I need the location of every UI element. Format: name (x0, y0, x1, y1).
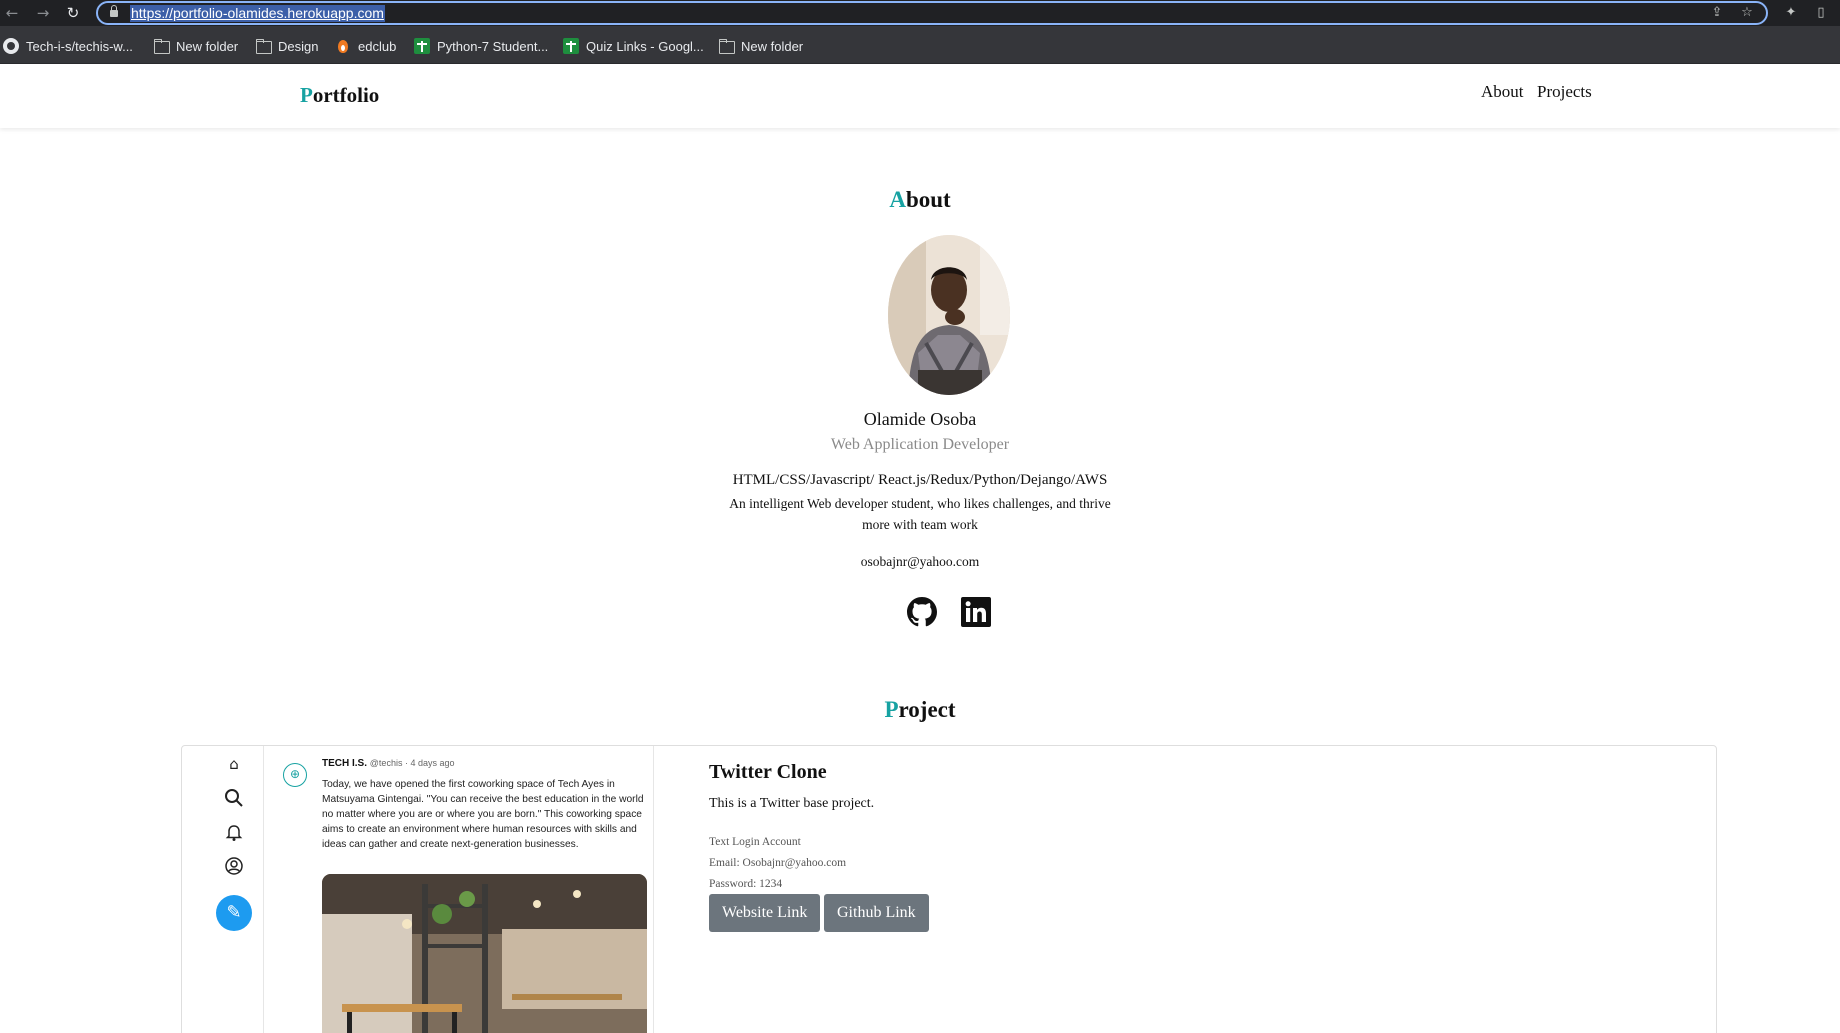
flame-icon (335, 38, 351, 54)
profile-bio-line-1: An intelligent Web developer student, wh… (729, 496, 1111, 511)
bookmark-star-icon[interactable]: ☆ (1738, 4, 1756, 22)
address-bar[interactable]: https://portfolio-olamides.herokuapp.com… (96, 1, 1768, 25)
profile-skills: HTML/CSS/Javascript/ React.js/Redux/Pyth… (732, 472, 1108, 488)
bookmark-label: edclub (358, 38, 397, 54)
bookmark-label: Tech-i-s/techis-w... (26, 38, 133, 54)
bookmark-item[interactable]: Quiz Links - Googl... (563, 37, 704, 55)
profile-bio-line-2: more with team work (862, 517, 978, 532)
login-heading: Text Login Account (709, 836, 801, 848)
project-heading: Project (884, 697, 956, 722)
forward-arrow-icon[interactable]: → (33, 3, 53, 23)
bookmark-folder[interactable]: New folder (718, 37, 803, 55)
bell-icon (224, 822, 244, 842)
profile-name: Olamide Osoba (863, 409, 977, 429)
project-title: Twitter Clone (709, 761, 827, 783)
tweet-photo (322, 874, 647, 1033)
login-email: Email: Osobajnr@yahoo.com (709, 857, 847, 869)
globe-icon: ⊕ (283, 763, 307, 787)
screenshot-sidebar: ⌂ ✎ (182, 746, 264, 1033)
about-heading: About (889, 187, 951, 212)
site-header: Portfolio About Projects (0, 64, 1840, 128)
linkedin-icon[interactable] (961, 597, 991, 627)
profile-icon (224, 856, 244, 876)
sheets-icon (563, 38, 579, 54)
folder-icon (153, 38, 170, 54)
compose-feather-icon: ✎ (216, 895, 252, 931)
nav-link-projects[interactable]: Projects (1537, 82, 1592, 102)
home-icon: ⌂ (229, 755, 239, 773)
search-icon (224, 788, 244, 808)
bookmark-label: Quiz Links - Googl... (586, 38, 704, 54)
sheets-icon (414, 38, 430, 54)
back-arrow-icon[interactable]: ← (2, 3, 22, 23)
bookmark-label: New folder (176, 38, 239, 54)
tweet-text: Today, we have opened the first coworkin… (322, 779, 644, 850)
folder-icon (718, 38, 735, 54)
github-icon (3, 38, 19, 54)
bookmarks-bar: Tech-i-s/techis-w... New folder Design e… (0, 26, 1840, 64)
github-icon[interactable] (907, 597, 937, 627)
profile-photo (888, 235, 1010, 395)
lock-icon[interactable] (110, 5, 118, 17)
bookmark-label: Design (278, 38, 319, 54)
bookmark-folder[interactable]: New folder (153, 37, 238, 55)
bookmark-folder[interactable]: Design (255, 37, 318, 55)
project-description: This is a Twitter base project. (709, 796, 875, 811)
url-text[interactable]: https://portfolio-olamides.herokuapp.com (130, 5, 385, 22)
website-link-button[interactable]: Website Link (709, 894, 821, 932)
profile-role: Web Application Developer (830, 436, 1010, 453)
folder-icon (255, 38, 272, 54)
project-card: ⌂ ✎ ⊕ TECH I.S. @techis · 4 days ago Tod… (181, 745, 1717, 1033)
bookmark-label: New folder (741, 38, 804, 54)
brand-logo[interactable]: Portfolio (300, 83, 379, 108)
bookmark-item[interactable]: Python-7 Student... (414, 37, 548, 55)
bookmark-item[interactable]: edclub (335, 37, 396, 55)
bookmark-item[interactable]: Tech-i-s/techis-w... (3, 37, 133, 55)
nav-link-about[interactable]: About (1481, 82, 1524, 102)
reload-icon[interactable]: ↻ (63, 3, 83, 23)
tweet-header: TECH I.S. @techis · 4 days ago (322, 758, 455, 769)
extensions-icon[interactable]: ✦ (1782, 4, 1800, 22)
share-icon[interactable]: ⇪ (1708, 4, 1726, 22)
side-panel-icon[interactable]: ▯ (1812, 4, 1830, 22)
profile-email: osobajnr@yahoo.com (860, 554, 980, 569)
project-screenshot: ⌂ ✎ ⊕ TECH I.S. @techis · 4 days ago Tod… (182, 746, 654, 1033)
browser-toolbar: ← → ↻ https://portfolio-olamides.herokua… (0, 0, 1840, 26)
login-password: Password: 1234 (709, 878, 783, 890)
bookmark-label: Python-7 Student... (437, 38, 549, 54)
github-link-button[interactable]: Github Link (824, 894, 929, 932)
